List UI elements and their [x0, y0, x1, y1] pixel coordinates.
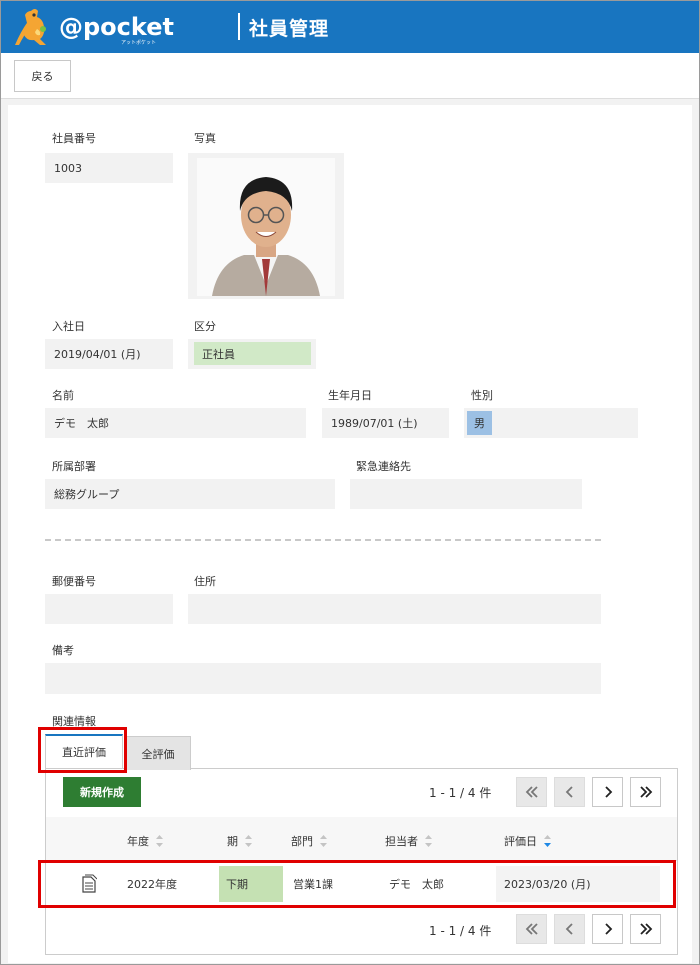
col-date[interactable]: 評価日: [504, 833, 552, 849]
page-title: 社員管理: [249, 18, 330, 40]
address-label: 住所: [194, 575, 216, 588]
gender-badge: 男: [467, 411, 492, 435]
sort-icon: [245, 835, 252, 847]
col-dept[interactable]: 部門: [291, 833, 328, 849]
person-photo-icon: [197, 158, 335, 296]
header-divider: [238, 13, 240, 40]
employee-no-label: 社員番号: [52, 132, 96, 145]
back-button[interactable]: 戻る: [14, 60, 71, 92]
chevron-right-icon: [604, 923, 612, 935]
notes-value: [45, 663, 601, 694]
pager-first-bottom[interactable]: [516, 914, 547, 944]
col-year-label: 年度: [127, 835, 149, 848]
double-chevron-right-icon: [639, 786, 652, 798]
pager-prev-top[interactable]: [554, 777, 585, 807]
pager-info-top: 1 - 1 / 4 件: [429, 786, 492, 800]
pager-last-top[interactable]: [630, 777, 661, 807]
new-create-button[interactable]: 新規作成: [63, 777, 141, 807]
app-window: @pocket アットポケット 社員管理 戻る 社員番号 1003 写真 入社日…: [0, 0, 700, 965]
pager-info-bottom: 1 - 1 / 4 件: [429, 924, 492, 938]
col-term[interactable]: 期: [227, 833, 253, 849]
chevron-left-icon: [565, 923, 573, 935]
chevron-right-icon: [604, 786, 612, 798]
col-person-label: 担当者: [385, 835, 418, 848]
emergency-value: [350, 479, 582, 509]
col-dept-label: 部門: [291, 835, 313, 848]
col-term-label: 期: [227, 835, 238, 848]
employee-photo: [188, 153, 344, 299]
emergency-label: 緊急連絡先: [356, 460, 411, 473]
sort-icon: [320, 835, 327, 847]
notes-label: 備考: [52, 644, 74, 657]
double-chevron-left-icon: [525, 786, 538, 798]
col-year[interactable]: 年度: [127, 833, 164, 849]
pager-next-bottom[interactable]: [592, 914, 623, 944]
name-value: デモ 太郎: [45, 408, 306, 438]
sort-icon: [425, 835, 432, 847]
toolbar: 戻る: [1, 53, 699, 99]
department-value: 総務グループ: [45, 479, 335, 509]
join-date-value: 2019/04/01 (月): [45, 339, 173, 369]
highlight-box-row: [38, 860, 676, 908]
join-date-label: 入社日: [52, 320, 85, 333]
sort-icon: [156, 835, 163, 847]
birthday-value: 1989/07/01 (土): [322, 408, 449, 438]
category-badge: 正社員: [194, 342, 311, 365]
highlight-box-tab: [38, 727, 127, 773]
name-label: 名前: [52, 389, 74, 402]
double-chevron-left-icon: [525, 923, 538, 935]
category-label: 区分: [194, 320, 216, 333]
app-header: @pocket アットポケット 社員管理: [1, 1, 699, 53]
pager-next-top[interactable]: [592, 777, 623, 807]
col-date-label: 評価日: [504, 835, 537, 848]
gender-label: 性別: [471, 389, 493, 402]
pocket-logo[interactable]: @pocket アットポケット: [13, 5, 183, 49]
photo-label: 写真: [194, 132, 216, 145]
postal-value: [45, 594, 173, 624]
chevron-left-icon: [565, 786, 573, 798]
employee-no-value: 1003: [45, 153, 173, 183]
double-chevron-right-icon: [639, 923, 652, 935]
tab-all-evaluations[interactable]: 全評価: [125, 736, 191, 770]
pager-first-top[interactable]: [516, 777, 547, 807]
department-label: 所属部署: [52, 460, 96, 473]
postal-label: 郵便番号: [52, 575, 96, 588]
logo-subtext: アットポケット: [121, 40, 157, 46]
pager-last-bottom[interactable]: [630, 914, 661, 944]
sort-desc-icon: [544, 835, 551, 847]
birthday-label: 生年月日: [328, 389, 372, 402]
pager-prev-bottom[interactable]: [554, 914, 585, 944]
address-value: [188, 594, 601, 624]
col-person[interactable]: 担当者: [385, 833, 433, 849]
logo-text: @pocket: [59, 13, 174, 41]
section-divider: [45, 539, 601, 541]
